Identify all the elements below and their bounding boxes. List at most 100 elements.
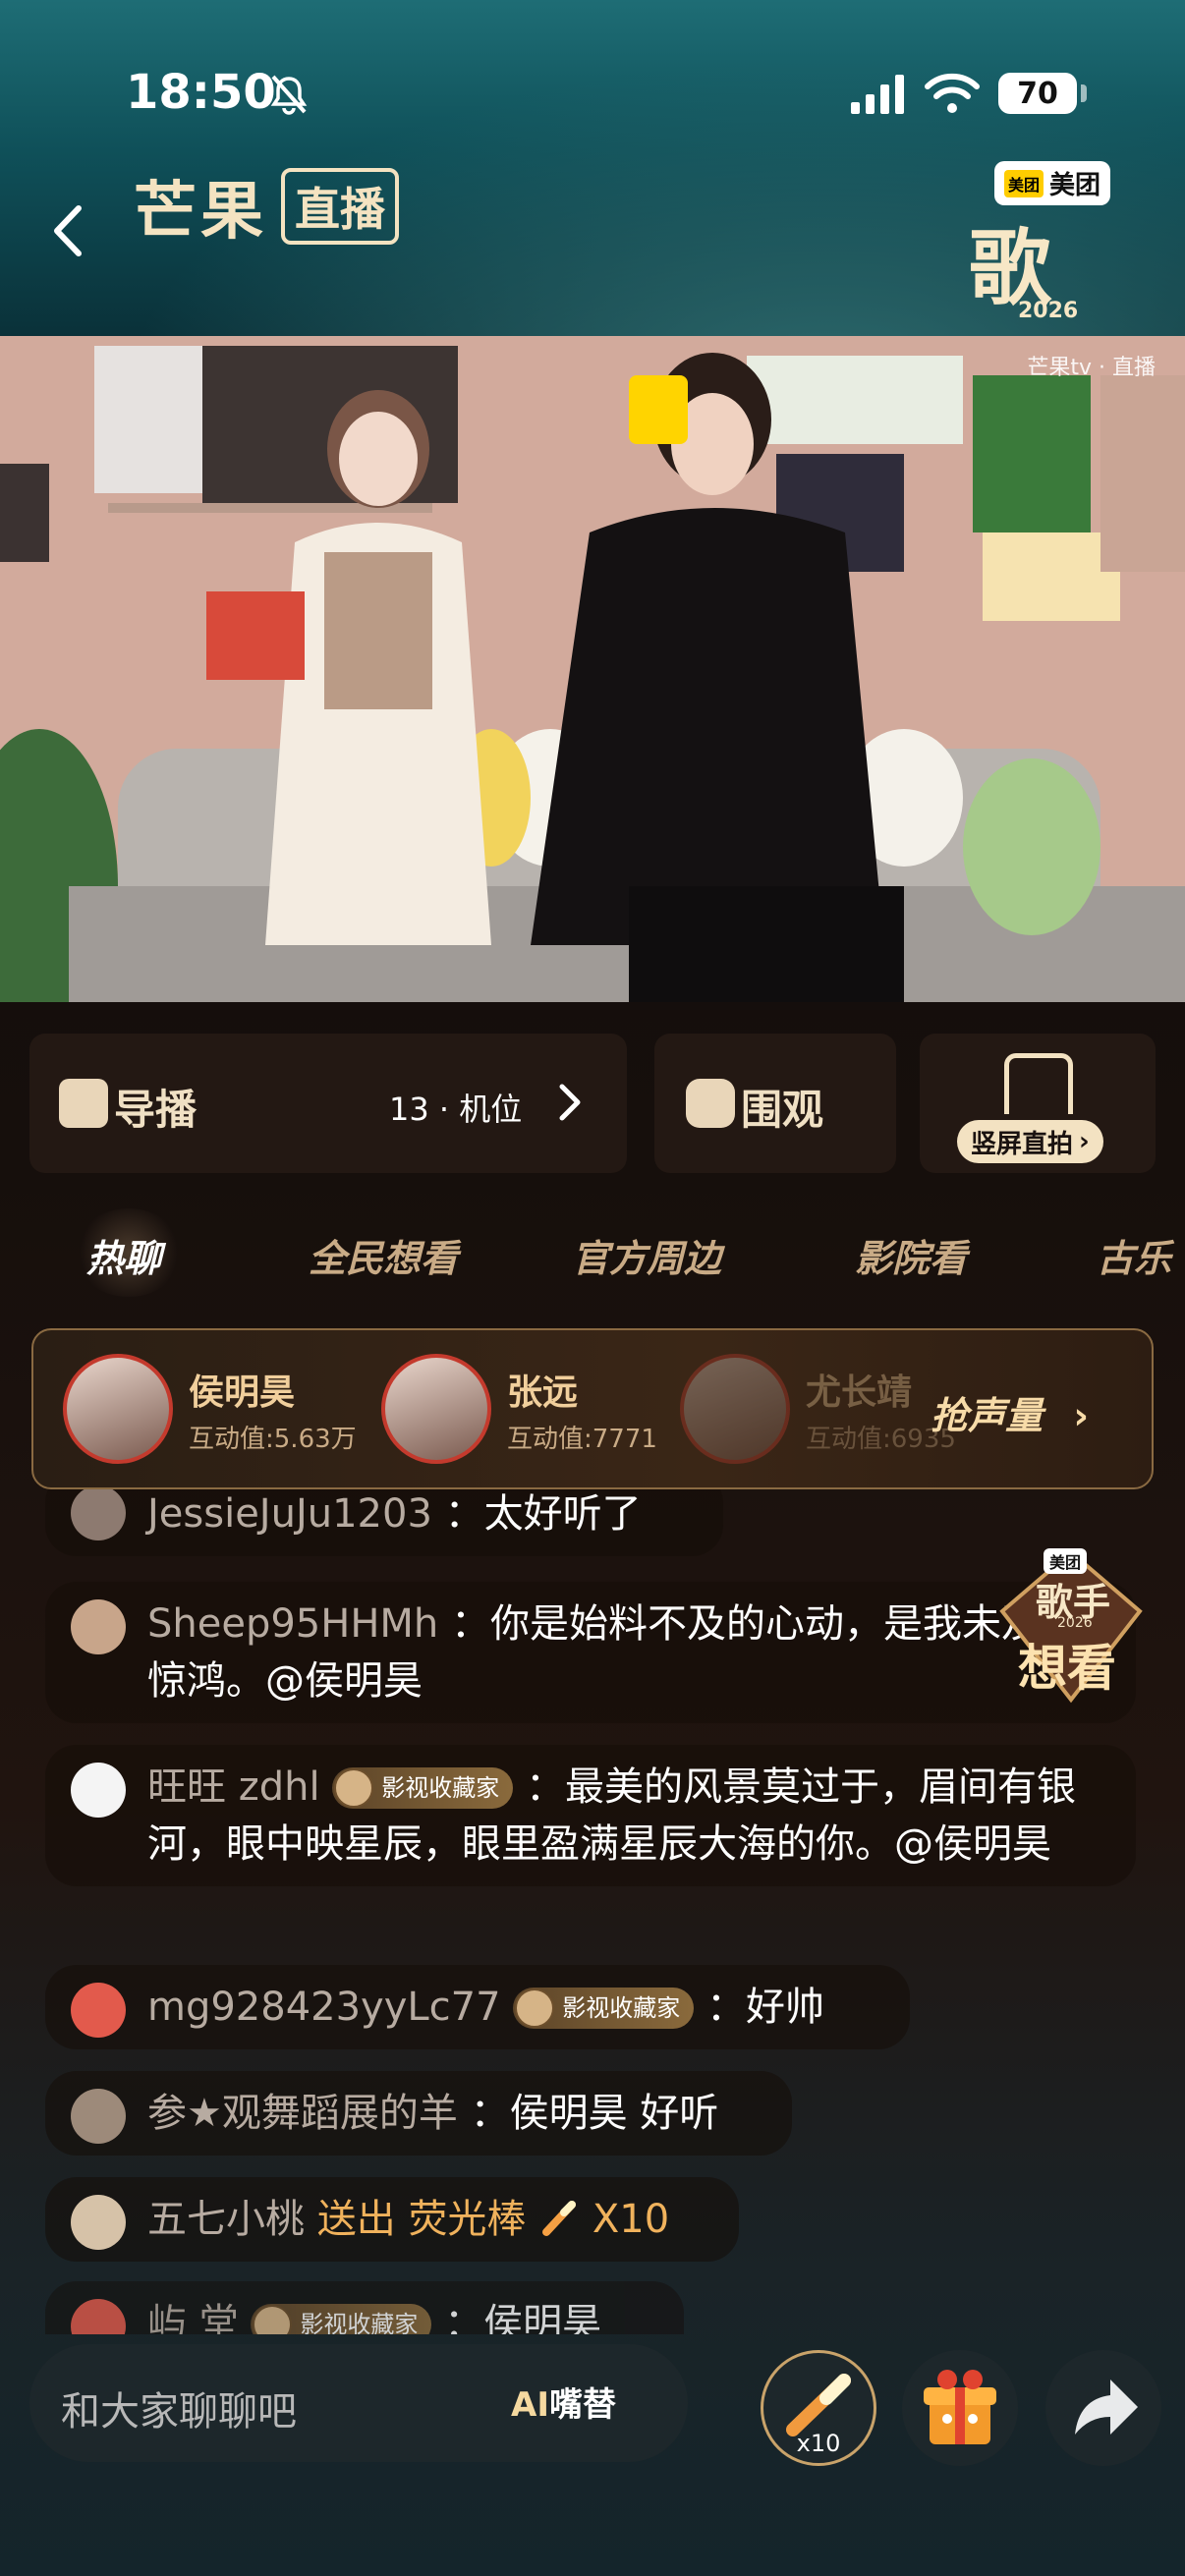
director-panel[interactable]: 导播 13 · 机位	[29, 1034, 627, 1173]
chat-text: ：太好听了	[444, 1491, 642, 1537]
tab-hot-chat[interactable]: 热聊	[86, 1228, 161, 1282]
collector-badge: 影视收藏家	[251, 2304, 432, 2334]
chat-input-placeholder: 和大家聊聊吧	[61, 2389, 297, 2435]
mango-live-logo: 芒果 直播	[134, 161, 399, 252]
badge-label: 影视收藏家	[562, 1994, 681, 2022]
chat-message: mg928423yyLc77 影视收藏家 ：好帅	[45, 1965, 910, 2049]
vertical-cam-panel[interactable]: 竖屏直拍 ›	[920, 1034, 1156, 1173]
chevron-right-icon: ›	[1073, 1394, 1089, 1437]
onlooker-label: 围观	[741, 1086, 824, 1134]
want-badge-sponsor: 美团	[1044, 1548, 1088, 1574]
video-scene	[0, 336, 1185, 1002]
phone-icon	[1004, 1053, 1073, 1114]
collector-badge: 影视收藏家	[513, 1988, 695, 2029]
onlooker-button[interactable]: 围观	[654, 1034, 896, 1173]
singer-ranking-bar[interactable]: 侯明昊 互动值:5.63万 张远 互动值:7771 尤长靖 互动值:6935 抢…	[31, 1328, 1154, 1489]
chat-message: 参★观舞蹈展的羊 ：侯明昊 好听	[45, 2071, 792, 2156]
gift-box-icon	[924, 2370, 996, 2444]
badge-label: 影视收藏家	[300, 2311, 419, 2334]
tab-ancient-music[interactable]: 古乐	[1097, 1228, 1171, 1282]
singer-score: 互动值:5.63万	[189, 1425, 357, 1454]
live-stream-page: 18:50 70 芒果 直播 美团 美团 歌 2026 芒果tv · 直播 导播…	[0, 0, 1185, 2576]
chat-input-field[interactable]: 和大家聊聊吧 AI嘴替	[29, 2344, 688, 2462]
wifi-icon	[925, 73, 980, 113]
want-to-watch-badge[interactable]: 美团 歌手 2026 想看	[992, 1542, 1150, 1709]
tab-everyone-wants[interactable]: 全民想看	[309, 1228, 458, 1282]
chat-username[interactable]: 屿 堂	[147, 2301, 239, 2334]
chat-message: JessieJuJu1203 ：太好听了	[45, 1489, 723, 1556]
share-arrow-icon	[1075, 2380, 1138, 2435]
show-logo: 美团 美团 歌手 2026	[959, 161, 1136, 435]
chevron-right-small-icon: ›	[1079, 1127, 1090, 1156]
user-avatar	[71, 2195, 126, 2250]
vertical-cam-label: 竖屏直拍	[971, 1129, 1074, 1159]
share-button[interactable]	[1045, 2350, 1161, 2466]
want-badge-label: 想看	[1018, 1640, 1116, 1697]
battery-nub	[1081, 84, 1087, 102]
camera-count: 13 · 机位	[389, 1091, 523, 1128]
cloud-director-icon	[59, 1079, 108, 1128]
singer-avatar	[63, 1354, 173, 1464]
chat-text: ：侯明昊 好听	[470, 2091, 719, 2136]
chevron-right-icon	[559, 1084, 581, 1121]
cloud-onlooker-icon	[686, 1079, 735, 1128]
tab-bar: 热聊 全民想看 官方周边 影院看 古乐	[0, 1208, 1185, 1297]
battery-level: 70	[1017, 76, 1058, 111]
bell-muted-icon	[270, 75, 308, 115]
tab-official-merch[interactable]: 官方周边	[572, 1228, 721, 1282]
logo-main-text: 芒果	[134, 175, 267, 249]
sponsor-name: 美团	[1049, 171, 1101, 200]
singer-avatar	[381, 1354, 491, 1464]
header: 18:50 70 芒果 直播 美团 美团 歌 2026	[0, 0, 1185, 435]
user-avatar	[71, 1489, 126, 1540]
chat-text: ：侯明昊	[444, 2301, 602, 2334]
collector-badge: 影视收藏家	[332, 1767, 514, 1809]
singer-name: 侯明昊	[189, 1372, 296, 1413]
sponsor-mark: 美团	[1004, 169, 1044, 197]
collector-badge-icon	[515, 1988, 555, 2028]
chat-username[interactable]: 参★观舞蹈展的羊	[147, 2091, 458, 2136]
gift-name: 荧光棒	[408, 2197, 527, 2242]
tab-cinema[interactable]: 影院看	[855, 1228, 967, 1282]
glow-stick-count: x10	[796, 2430, 841, 2457]
singer-name: 张远	[507, 1372, 579, 1413]
chat-message: 旺旺 zdhl 影视收藏家 ：最美的风景莫过于，眉间有银河，眼中映星辰，眼里盈满…	[45, 1745, 1136, 1886]
chat-username[interactable]: JessieJuJu1203	[147, 1491, 432, 1537]
user-avatar	[71, 1763, 126, 1818]
gift-message: 五七小桃 送出 荧光棒 X10	[45, 2177, 739, 2262]
director-label: 导播	[114, 1086, 198, 1134]
ai-reply-button[interactable]: AI嘴替	[511, 2378, 616, 2426]
collector-badge-icon	[253, 2305, 293, 2334]
chat-username[interactable]: Sheep95HHMh	[147, 1601, 438, 1647]
ai-label-prefix: AI	[511, 2385, 549, 2425]
chat-username[interactable]: 五七小桃	[147, 2197, 305, 2242]
singer-score: 互动值:7771	[507, 1425, 657, 1454]
grab-volume-label: 抢声量	[931, 1394, 1044, 1437]
chat-username[interactable]: 旺旺 zdhl	[147, 1764, 320, 1810]
grab-volume-button[interactable]: 抢声量 ›	[931, 1385, 1089, 1439]
vertical-cam-button[interactable]: 竖屏直拍 ›	[957, 1120, 1103, 1163]
ai-label: 嘴替	[548, 2385, 616, 2425]
user-avatar	[71, 2089, 126, 2144]
battery-indicator: 70	[998, 73, 1077, 114]
logo-tag-text: 直播	[281, 168, 399, 245]
badge-label: 影视收藏家	[381, 1774, 500, 1802]
user-avatar	[71, 1983, 126, 2038]
glow-stick-gift-button[interactable]: x10	[761, 2350, 876, 2466]
signal-icon	[851, 75, 904, 114]
back-arrow-icon[interactable]	[43, 196, 92, 265]
gift-count: X10	[592, 2197, 670, 2242]
chat-username[interactable]: mg928423yyLc77	[147, 1985, 501, 2030]
show-year: 2026	[1018, 299, 1079, 323]
singer-name: 尤长靖	[806, 1372, 913, 1413]
chat-message: 屿 堂 影视收藏家 ：侯明昊	[45, 2281, 684, 2334]
live-video-player[interactable]: 芒果tv · 直播	[0, 336, 1185, 1002]
user-avatar	[71, 2299, 126, 2334]
singer-avatar	[680, 1354, 790, 1464]
video-watermark: 芒果tv · 直播	[1027, 356, 1156, 380]
gift-box-button[interactable]	[902, 2350, 1018, 2466]
glow-stick-icon	[542, 2201, 577, 2236]
sponsor-badge: 美团 美团	[994, 161, 1111, 205]
gift-action: 送出	[316, 2197, 396, 2242]
user-avatar	[71, 1599, 126, 1654]
